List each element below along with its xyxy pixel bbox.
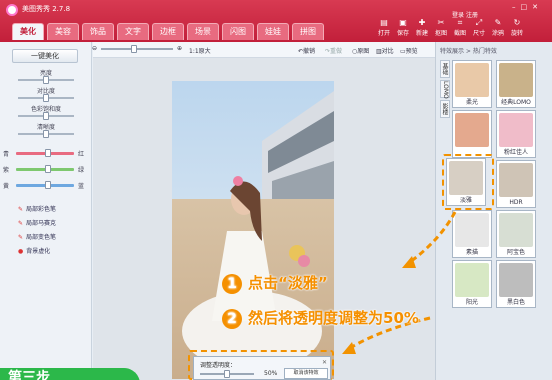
step2-text: 然后将透明度调整为50% [248,309,419,327]
slider-knob[interactable] [224,370,230,378]
app-window: 美图秀秀 2.7.8 美化 美容 饰品 文字 边框 场景 闪图 娃娃 拼图 ▤ 打… [0,0,552,380]
step-badge: 第三步 [0,368,140,380]
arrow-head [342,342,356,354]
opacity-value: 50% [264,370,278,377]
opacity-dialog: 调整透明度： ✕ 50% 取消该特效 [193,356,331,380]
opacity-label: 调整透明度： [200,362,237,369]
close-icon[interactable]: ✕ [322,359,327,366]
arrow-to-step1 [409,211,457,264]
cancel-effect-button[interactable]: 取消该特效 [284,368,328,379]
opacity-slider[interactable] [200,370,254,378]
step2-annotation: 2 然后将透明度调整为50% [222,307,419,329]
step1-text: 点击“淡雅” [248,274,328,292]
step2-number: 2 [222,308,242,329]
step1-annotation: 1 点击“淡雅” [222,272,328,294]
step1-number: 1 [222,273,242,294]
